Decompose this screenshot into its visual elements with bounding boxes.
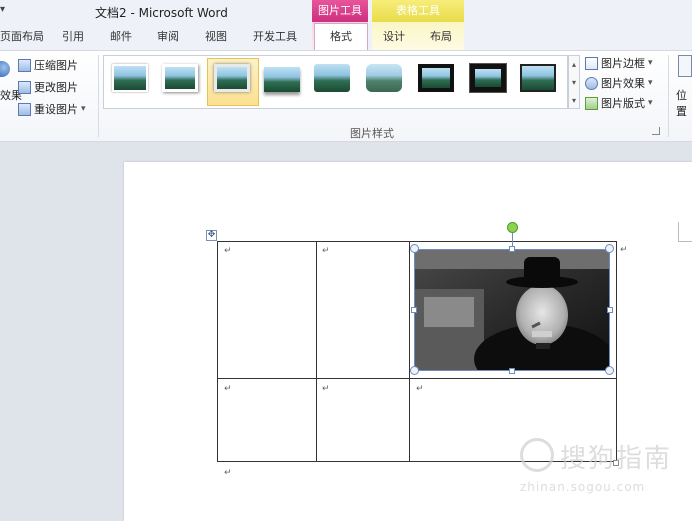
table-cell-r2c1[interactable] [217,378,317,462]
picture-layout-icon [585,96,598,110]
style-thumb-7[interactable] [418,64,454,92]
style-thumb-2[interactable] [162,64,198,92]
paragraph-mark: ↵ [416,384,424,394]
position-label: 位置 [676,89,687,118]
paragraph-mark: ↵ [322,246,330,256]
resize-handle-right[interactable] [607,307,613,313]
resize-handle-top-left[interactable] [410,244,419,253]
table-move-handle-icon[interactable]: ✥ [206,230,217,241]
picture-layout-label: 图片版式 [601,97,645,110]
picture-layout-button[interactable]: 图片版式 ▾ [585,95,653,111]
change-picture-icon [18,80,31,94]
position-button[interactable]: 位置 [674,55,692,118]
change-picture-label: 更改图片 [34,81,78,94]
reset-picture-label: 重设图片 [34,103,78,116]
resize-handle-bottom-right[interactable] [605,366,614,375]
picture-tools-header: 图片工具 [312,0,368,22]
tab-design[interactable]: 设计 [383,28,405,44]
table-cell-r1c1[interactable] [217,241,317,379]
paragraph-mark: ↵ [224,246,232,256]
resize-handle-top[interactable] [509,246,515,252]
artistic-effects-icon[interactable] [0,61,10,77]
picture-selection-frame [414,249,610,371]
picture-effects-dropdown-icon: ▾ [648,78,653,88]
tab-mailings[interactable]: 邮件 [110,28,132,44]
rotation-handle[interactable] [507,222,518,233]
picture-border-dropdown-icon: ▾ [648,58,653,68]
quick-access-dropdown[interactable]: ▾ [0,4,5,15]
picture-styles-gallery [103,55,568,109]
tab-references[interactable]: 引用 [62,28,84,44]
style-thumb-5[interactable] [314,64,350,92]
picture-effects-icon [585,76,598,90]
paragraph-mark: ↵ [322,384,330,394]
change-picture-button[interactable]: 更改图片 [18,79,78,95]
reset-picture-icon [18,102,31,116]
tab-layout[interactable]: 布局 [430,28,452,44]
style-thumb-9[interactable] [520,64,556,92]
style-thumb-1[interactable] [112,64,148,92]
picture-border-label: 图片边框 [601,57,645,70]
compress-pictures-button[interactable]: 压缩图片 [18,57,78,73]
watermark-url: zhinan.sogou.com [520,480,646,494]
picture-effects-button[interactable]: 图片效果 ▾ [585,75,653,91]
tab-developer[interactable]: 开发工具 [253,28,297,44]
picture-styles-group-label: 图片样式 [350,127,394,140]
resize-handle-left[interactable] [411,307,417,313]
picture-border-button[interactable]: 图片边框 ▾ [585,55,653,71]
reset-picture-dropdown-icon[interactable]: ▾ [81,104,86,114]
gallery-scroll-down-icon[interactable]: ▾ [569,74,579,92]
style-thumb-8[interactable] [470,64,506,92]
rotation-stem [512,231,513,247]
paragraph-mark: ↵ [224,384,232,394]
gallery-scroll-up-icon[interactable]: ▴ [569,56,579,74]
watermark: 搜狗指南 zhinan.sogou.com [520,436,680,496]
window-title: 文档2 - Microsoft Word [95,6,228,20]
resize-handle-top-right[interactable] [605,244,614,253]
position-icon [678,55,692,77]
picture-effects-label: 图片效果 [601,77,645,90]
title-bar: ▾ 文档2 - Microsoft Word 图片工具 表格工具 页面布局 引用… [0,0,692,50]
group-separator-2 [668,55,669,137]
dialog-launcher-icon[interactable] [652,127,660,135]
margin-corner-mark [678,222,692,242]
picture-border-icon [585,56,598,70]
table-cell-r1c2[interactable] [316,241,410,379]
tab-view[interactable]: 视图 [205,28,227,44]
watermark-logo-icon [520,438,554,472]
table-tools-header: 表格工具 [372,0,464,22]
reset-picture-button[interactable]: 重设图片 ▾ [18,101,86,117]
style-thumb-6[interactable] [366,64,402,92]
gallery-more-icon[interactable]: ▾ [569,92,579,110]
tab-page-layout[interactable]: 页面布局 [0,28,44,44]
paragraph-mark: ↵ [620,245,628,255]
style-thumb-3[interactable] [214,64,250,92]
style-thumb-4[interactable] [264,64,300,92]
group-separator [98,55,99,137]
tab-review[interactable]: 审阅 [157,28,179,44]
compress-icon [18,58,31,72]
picture-layout-dropdown-icon: ▾ [648,98,653,108]
paragraph-mark: ↵ [224,468,232,478]
resize-handle-bottom[interactable] [509,368,515,374]
tab-format[interactable]: 格式 [314,23,368,50]
gallery-scroll: ▴ ▾ ▾ [568,55,580,109]
resize-handle-bottom-left[interactable] [410,366,419,375]
watermark-text: 搜狗指南 [560,444,673,474]
ribbon: 效果 压缩图片 更改图片 重设图片 ▾ ▴ ▾ ▾ 图片边框 ▾ 图片效果 ▾ … [0,50,692,142]
compress-pictures-label: 压缩图片 [34,59,78,72]
table-cell-r2c2[interactable] [316,378,410,462]
